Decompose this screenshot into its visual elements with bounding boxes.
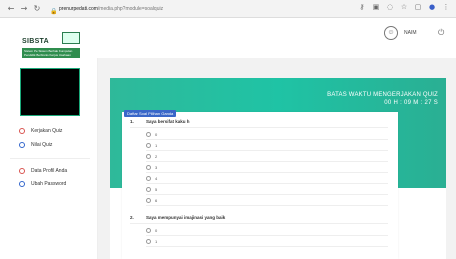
option-label: 3: [155, 165, 158, 170]
sidebar-item-kerjakan-quiz[interactable]: Kerjakan Quiz: [19, 128, 62, 134]
question-number: 1.: [130, 119, 134, 124]
option-label: 4: [155, 176, 158, 181]
url-path: /media.php?module=soalquiz: [97, 5, 164, 12]
translate-icon[interactable]: ▣: [372, 3, 380, 11]
radio-button[interactable]: [146, 154, 151, 159]
circle-icon: [19, 142, 25, 148]
circle-icon: [19, 181, 25, 187]
quiz-card: BATAS WAKTU MENGERJAKAN QUIZ 00 H : 09 M…: [110, 78, 446, 259]
answer-option[interactable]: 0: [146, 130, 388, 140]
address-bar[interactable]: 🔒 prenurpedati.com /media.php?module=soa…: [50, 3, 310, 15]
lock-icon: 🔒: [50, 8, 58, 15]
radio-button[interactable]: [146, 187, 151, 192]
answer-option[interactable]: 2: [146, 152, 388, 162]
option-label: 1: [155, 143, 158, 148]
monitor-icon: [62, 32, 80, 44]
forward-icon[interactable]: →: [19, 4, 29, 14]
back-icon[interactable]: ←: [6, 4, 16, 14]
option-label: 1: [155, 239, 158, 244]
tab-icon[interactable]: ▢: [414, 3, 422, 11]
radio-button[interactable]: [146, 198, 151, 203]
star-icon[interactable]: ☆: [400, 3, 408, 11]
option-label: 0: [155, 228, 158, 233]
question-number: 2.: [130, 215, 134, 220]
profile-icon[interactable]: ●: [428, 3, 436, 11]
answer-option[interactable]: 5: [146, 185, 388, 195]
user-icon[interactable]: ☺: [384, 26, 398, 40]
browser-extensions: ⚷ ▣ ◌ ☆ ▢ ● ⋮: [358, 3, 450, 11]
sidebar-item-label: Kerjakan Quiz: [31, 128, 63, 134]
main-content: BATAS WAKTU MENGERJAKAN QUIZ 00 H : 09 M…: [98, 58, 456, 259]
radio-button[interactable]: [146, 132, 151, 137]
question-row: 2. Saya mempunyai imajinasi yang baik: [130, 212, 388, 224]
radio-button[interactable]: [146, 228, 151, 233]
question-text: Saya mempunyai imajinasi yang baik: [146, 215, 226, 220]
question-row: 1. Saya bersifat kaku h: [130, 116, 388, 128]
share-icon[interactable]: ◌: [386, 3, 394, 11]
url-host: prenurpedati.com: [59, 5, 98, 12]
circle-icon: [19, 128, 25, 134]
sidebar-item-data-profil[interactable]: Data Profil Anda: [19, 168, 67, 174]
question-text: Saya bersifat kaku h: [146, 119, 190, 124]
key-icon[interactable]: ⚷: [358, 3, 366, 11]
avatar: [20, 68, 80, 116]
divider: [10, 158, 90, 159]
radio-button[interactable]: [146, 239, 151, 244]
user-name[interactable]: NAIM: [404, 30, 417, 36]
sidebar-item-label: Data Profil Anda: [31, 168, 68, 174]
deadline-label: BATAS WAKTU MENGERJAKAN QUIZ: [327, 92, 438, 98]
browser-toolbar: ← → ↻ 🔒 prenurpedati.com /media.php?modu…: [0, 0, 456, 18]
option-label: 5: [155, 187, 158, 192]
radio-button[interactable]: [146, 165, 151, 170]
answer-option[interactable]: 3: [146, 163, 388, 173]
answer-option[interactable]: 0: [146, 226, 388, 236]
option-label: 6: [155, 198, 158, 203]
option-label: 2: [155, 154, 158, 159]
sidebar-item-ubah-password[interactable]: Ubah Password: [19, 181, 66, 187]
sidebar-item-label: Ubah Password: [31, 181, 67, 187]
radio-button[interactable]: [146, 143, 151, 148]
answer-option[interactable]: 1: [146, 237, 388, 247]
radio-button[interactable]: [146, 176, 151, 181]
question-list: Daftar Soal Pilihan Ganda 1. Saya bersif…: [122, 110, 398, 259]
sidebar-item-nilai-quiz[interactable]: Nilai Quiz: [19, 142, 52, 148]
power-icon[interactable]: ⏻: [438, 28, 444, 38]
logo-title: SIBSTA: [22, 38, 49, 45]
answer-option[interactable]: 4: [146, 174, 388, 184]
sidebar-item-label: Nilai Quiz: [31, 142, 53, 148]
app-header: SIBSTA Sistem Pe Sistem Berhak Kumpulan …: [0, 18, 456, 60]
sidebar: Kerjakan Quiz Nilai Quiz Data Profil And…: [0, 58, 98, 259]
menu-icon[interactable]: ⋮: [442, 3, 450, 11]
answer-option[interactable]: 6: [146, 196, 388, 206]
circle-icon: [19, 168, 25, 174]
deadline-timer: 00 H : 09 M : 27 S: [384, 100, 438, 106]
answer-option[interactable]: 1: [146, 141, 388, 151]
reload-icon[interactable]: ↻: [32, 4, 42, 14]
option-label: 0: [155, 132, 158, 137]
